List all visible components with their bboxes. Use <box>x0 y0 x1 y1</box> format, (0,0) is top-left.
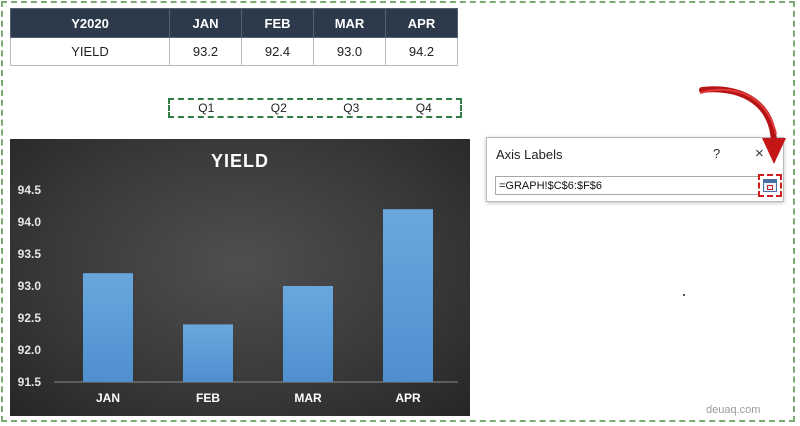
chart-title: YIELD <box>211 151 269 171</box>
x-tick-label: MAR <box>294 391 322 405</box>
axis-label-range-input[interactable] <box>495 176 763 195</box>
bar-apr <box>383 209 433 382</box>
x-tick-label: FEB <box>196 391 220 405</box>
collapse-dialog-button[interactable] <box>758 174 782 197</box>
x-tick-label: APR <box>395 391 421 405</box>
header-cell-jan[interactable]: JAN <box>169 8 242 38</box>
header-cell-apr[interactable]: APR <box>385 8 458 38</box>
bar-feb <box>183 324 233 382</box>
quarter-cell-q2[interactable]: Q2 <box>243 100 316 116</box>
quarter-cell-q1[interactable]: Q1 <box>170 100 243 116</box>
x-tick-label: JAN <box>96 391 120 405</box>
chart-canvas: YIELD 94.5 94.0 93.5 93.0 92.5 92.0 91.5 JAN FEB M… <box>18 151 458 405</box>
yield-table: Y2020 JAN FEB MAR APR YIELD 93.2 92.4 93… <box>10 8 458 66</box>
bar-mar <box>283 286 333 382</box>
quarter-label-range[interactable]: Q1 Q2 Q3 Q4 <box>168 98 462 118</box>
y-tick-label: 91.5 <box>18 375 42 389</box>
header-cell-year[interactable]: Y2020 <box>10 8 170 38</box>
watermark: deuaq.com <box>706 404 761 416</box>
y-tick-label: 93.5 <box>18 247 42 261</box>
y-tick-label: 92.0 <box>18 343 42 357</box>
yield-bar-chart[interactable]: YIELD 94.5 94.0 93.5 93.0 92.5 92.0 91.5 JAN FEB M… <box>10 139 470 416</box>
quarter-cell-q3[interactable]: Q3 <box>315 100 388 116</box>
value-cell-jan[interactable]: 93.2 <box>169 37 242 66</box>
header-cell-feb[interactable]: FEB <box>241 8 314 38</box>
table-header-row: Y2020 JAN FEB MAR APR <box>10 8 458 38</box>
cell-cursor-dot <box>683 294 685 296</box>
value-cell-mar[interactable]: 93.0 <box>313 37 386 66</box>
table-row: YIELD 93.2 92.4 93.0 94.2 <box>10 37 458 66</box>
collapse-dialog-icon <box>763 179 777 192</box>
row-label-cell[interactable]: YIELD <box>10 37 170 66</box>
dialog-title: Axis Labels <box>496 147 563 162</box>
y-tick-label: 92.5 <box>18 311 42 325</box>
y-tick-label: 94.5 <box>18 183 42 197</box>
red-arrow-icon <box>699 86 786 164</box>
collapse-icon-selection <box>767 185 773 190</box>
header-cell-mar[interactable]: MAR <box>313 8 386 38</box>
collapse-icon-titlebar <box>764 180 776 183</box>
bar-jan <box>83 273 133 382</box>
y-tick-label: 94.0 <box>18 215 42 229</box>
value-cell-apr[interactable]: 94.2 <box>385 37 458 66</box>
y-tick-label: 93.0 <box>18 279 42 293</box>
quarter-cell-q4[interactable]: Q4 <box>388 100 461 116</box>
value-cell-feb[interactable]: 92.4 <box>241 37 314 66</box>
